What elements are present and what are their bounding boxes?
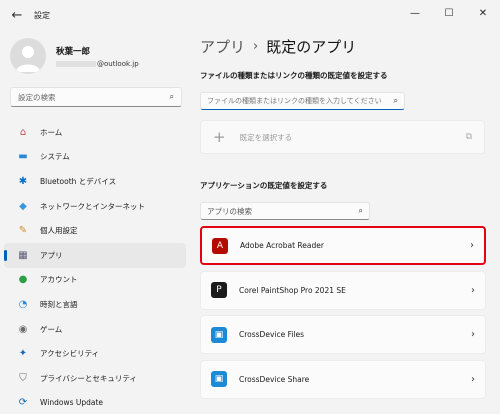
- app-row[interactable]: A Adobe Acrobat Reader ›: [200, 226, 486, 265]
- chevron-right-icon: ›: [470, 240, 474, 251]
- app-search[interactable]: ⌕: [200, 202, 370, 220]
- sidebar-item[interactable]: ✦ アクセシビリティ: [4, 341, 186, 366]
- chevron-right-icon: ›: [471, 329, 475, 340]
- sidebar-item[interactable]: ◔ 時刻と言語: [4, 292, 186, 317]
- sidebar-item[interactable]: ▦ アプリ: [4, 242, 186, 268]
- file-type-section-title: ファイルの種類またはリンクの種類の既定値を設定する: [200, 71, 388, 80]
- sidebar: 秋葉一郎 @outlook.jp ⌕ ⌂ ホーム ▬ システム ✱ Bluetooth と…: [0, 30, 190, 414]
- sidebar-item-label: プライバシーとセキュリティ: [40, 373, 137, 383]
- search-icon[interactable]: ⌕: [170, 92, 174, 102]
- sidebar-item[interactable]: ◆ ネットワークとインターネット: [4, 194, 186, 219]
- accessibility-icon: ✦: [18, 348, 28, 360]
- arrow-left-icon: ←: [11, 7, 23, 23]
- minimize-icon: —: [410, 7, 420, 19]
- accounts-icon: ●: [18, 274, 28, 286]
- acrobat-icon: A: [212, 237, 228, 254]
- main-content: アプリ › 既定のアプリ ファイルの種類またはリンクの種類の既定値を設定する ⌕…: [190, 30, 500, 414]
- settings-search[interactable]: ⌕: [10, 87, 182, 107]
- home-icon: ⌂: [19, 126, 27, 138]
- chevron-right-icon: ›: [471, 373, 475, 385]
- sidebar-item-label: ネットワークとインターネット: [40, 201, 145, 211]
- sidebar-item[interactable]: ▬ システム: [4, 145, 186, 170]
- bluetooth-icon: ✱: [18, 175, 28, 187]
- sidebar-item-label: アクセシビリティ: [40, 349, 100, 359]
- network-icon: ◆: [19, 200, 27, 212]
- paintshop-icon: P: [211, 282, 227, 298]
- sidebar-item-label: 個人用設定: [40, 226, 78, 236]
- app-name: CrossDevice Files: [239, 330, 305, 339]
- sidebar-item-label: Windows Update: [40, 398, 104, 408]
- email-redaction: [56, 60, 96, 67]
- file-type-search[interactable]: ⌕: [200, 92, 405, 110]
- plus-icon: +: [213, 128, 226, 146]
- shield-icon: ⛉: [19, 372, 27, 384]
- maximize-icon: ☐: [444, 7, 454, 19]
- app-name: CrossDevice Share: [239, 374, 310, 384]
- crossdevice-files-icon: ▣: [211, 326, 227, 343]
- chevron-right-icon: ›: [471, 284, 475, 296]
- app-list: A Adobe Acrobat Reader › P Corel PaintShop P…: [200, 226, 486, 404]
- user-silhouette-icon: [16, 46, 40, 72]
- sidebar-item[interactable]: ◉ ゲーム: [4, 317, 186, 342]
- gaming-icon: ◉: [18, 323, 28, 335]
- crossdevice-share-icon: ▣: [211, 371, 227, 387]
- user-name: 秋葉一郎: [56, 46, 91, 57]
- app-row[interactable]: ▣ CrossDevice Files ›: [200, 315, 486, 354]
- user-profile[interactable]: 秋葉一郎 @outlook.jp: [10, 38, 139, 74]
- sidebar-item[interactable]: ● アカウント: [4, 268, 186, 293]
- app-row[interactable]: ▣ CrossDevice Share ›: [200, 359, 486, 399]
- close-icon: ✕: [478, 7, 488, 19]
- sidebar-item[interactable]: ✎ 個人用設定: [4, 218, 186, 243]
- sidebar-item-label: 時刻と言語: [40, 299, 78, 309]
- window-title: 設定: [34, 10, 50, 20]
- back-button[interactable]: ←: [6, 4, 28, 26]
- choose-default-card: + 既定を選択する ⧉: [200, 120, 485, 154]
- minimize-button[interactable]: —: [398, 0, 432, 26]
- app-search-input[interactable]: [207, 206, 359, 216]
- email-suffix: @outlook.jp: [97, 59, 139, 68]
- window-controls: — ☐ ✕: [398, 0, 500, 26]
- sidebar-item[interactable]: ⛉ プライバシーとセキュリティ: [4, 366, 186, 391]
- sidebar-item-label: アプリ: [40, 250, 63, 260]
- sidebar-item[interactable]: ⌂ ホーム: [4, 120, 186, 145]
- apps-icon: ▦: [18, 249, 28, 261]
- sidebar-item-label: ゲーム: [40, 324, 63, 334]
- file-type-input[interactable]: [207, 97, 394, 105]
- sidebar-item-label: システム: [40, 152, 70, 162]
- title-bar: ← 設定 — ☐ ✕: [0, 0, 500, 30]
- settings-search-input[interactable]: [18, 92, 170, 102]
- search-icon[interactable]: ⌕: [359, 206, 363, 216]
- page-title: 既定のアプリ: [266, 38, 357, 56]
- avatar: [10, 38, 46, 74]
- sidebar-nav: ⌂ ホーム ▬ システム ✱ Bluetooth とデバイス ◆ ネットワークとインターネット…: [4, 120, 186, 414]
- app-name: Corel PaintShop Pro 2021 SE: [239, 285, 346, 295]
- system-icon: ▬: [18, 151, 28, 163]
- search-icon[interactable]: ⌕: [394, 96, 398, 106]
- personalization-icon: ✎: [18, 225, 28, 237]
- choose-default-label: 既定を選択する: [239, 132, 293, 142]
- sidebar-item[interactable]: ✱ Bluetooth とデバイス: [4, 169, 186, 194]
- open-external-icon: ⧉: [465, 132, 472, 142]
- sidebar-item-label: ホーム: [40, 127, 63, 137]
- sidebar-item-label: Bluetooth とデバイス: [40, 176, 117, 186]
- user-email: @outlook.jp: [56, 60, 139, 68]
- sidebar-item-label: アカウント: [40, 275, 78, 285]
- breadcrumb-parent[interactable]: アプリ: [200, 36, 245, 57]
- maximize-button[interactable]: ☐: [432, 0, 466, 26]
- app-section-title: アプリケーションの既定値を設定する: [200, 181, 328, 190]
- time-language-icon: ◔: [18, 298, 28, 310]
- app-row[interactable]: P Corel PaintShop Pro 2021 SE ›: [200, 270, 486, 310]
- close-button[interactable]: ✕: [466, 0, 500, 26]
- app-name: Adobe Acrobat Reader: [240, 241, 324, 250]
- breadcrumb-separator-icon: ›: [253, 39, 259, 54]
- breadcrumb: アプリ › 既定のアプリ: [200, 36, 356, 57]
- update-icon: ⟳: [18, 397, 28, 409]
- sidebar-item[interactable]: ⟳ Windows Update: [4, 391, 186, 414]
